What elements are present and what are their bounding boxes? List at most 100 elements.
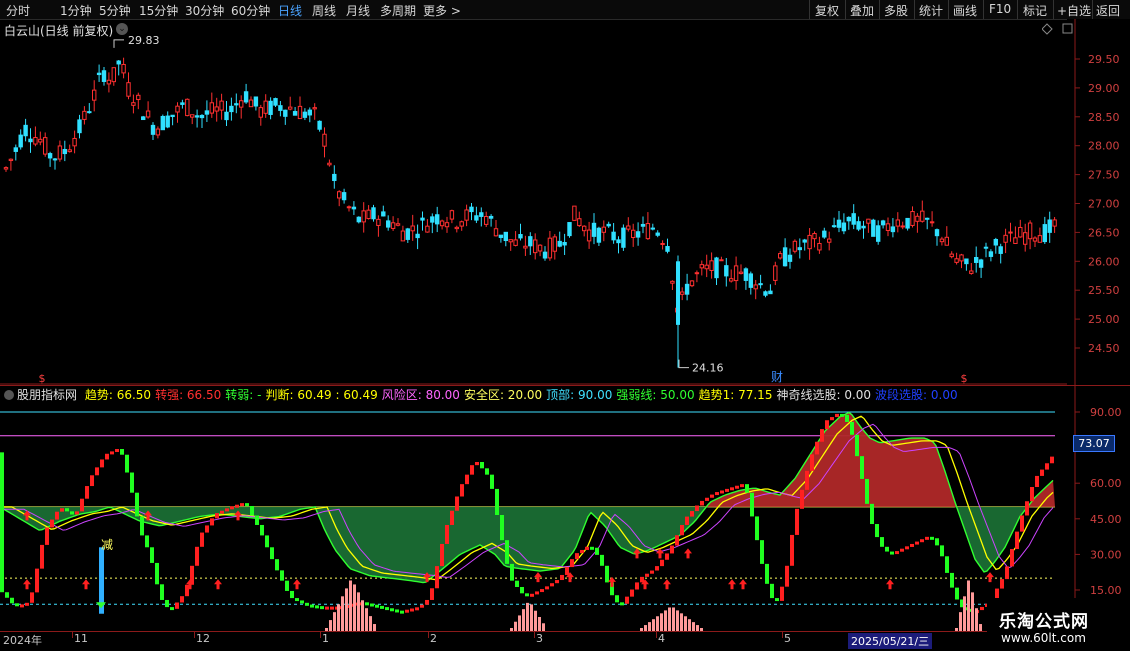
candle [155,128,161,136]
fast-osc-bar [305,602,309,606]
high-marker [113,39,124,48]
candle [949,253,954,258]
fast-osc-bar [280,570,284,581]
candle [239,100,244,108]
fast-osc-bar [580,549,584,554]
tab-30min[interactable]: 30分钟 [185,2,224,19]
candle [439,220,445,227]
candle [224,111,229,121]
price-tick-label: 28.00 [1088,140,1120,153]
candle [929,221,935,224]
draw-button[interactable]: 画线 [953,2,977,19]
fast-osc-bar [935,538,939,546]
fast-osc-bar [945,556,949,573]
candle [831,225,837,228]
fast-osc-bar [415,607,419,611]
candle [900,225,905,228]
fast-osc-bar [440,543,444,567]
fast-osc-bar [995,588,999,599]
chevron-down-icon[interactable]: ⌄ [116,23,128,35]
tab-1min[interactable]: 1分钟 [60,2,92,19]
mark-button[interactable]: 标记 [1023,2,1047,19]
fast-osc-bar [730,487,734,491]
f10-button[interactable]: F10 [989,2,1011,16]
tab-more[interactable]: 更多 > [423,2,461,19]
candle [101,70,107,82]
fast-osc-bar [750,492,754,517]
maximize-icon[interactable] [1062,23,1073,34]
candle [1032,237,1038,242]
candle [386,220,391,228]
fast-osc-bar [180,596,184,603]
candle [670,280,675,284]
candle [229,105,234,113]
candle [8,158,14,162]
fast-osc-bar [670,545,674,554]
date-label: 2 [430,632,437,645]
fast-osc-bar [150,547,154,563]
fast-osc-bar [410,608,414,612]
histogram-bar [660,613,663,631]
candle [518,234,523,239]
candle [797,247,802,251]
fast-osc-bar [650,570,654,574]
candle [111,67,116,83]
fast-osc-bar [430,588,434,600]
candle [866,218,871,224]
fast-osc-bar [915,541,919,545]
overlay-button[interactable]: 叠加 [850,2,874,19]
candle [523,245,528,249]
tab-5min[interactable]: 5分钟 [99,2,131,19]
fast-osc-bar [1010,549,1014,567]
fast-osc-bar [540,589,544,593]
fast-osc-bar [470,465,474,475]
candle [141,116,146,121]
diamond-icon[interactable] [1042,23,1053,35]
candle [577,218,582,227]
candle [449,210,455,220]
fast-osc-bar [420,604,424,608]
fast-osc-bar [940,545,944,557]
tab-multi-period[interactable]: 多周期 [380,2,416,19]
tab-daily[interactable]: 日线 [278,2,302,19]
candle [190,114,195,118]
candle [792,240,798,252]
fast-osc-bar [520,586,524,594]
indicator-menu-icon[interactable] [4,390,14,400]
candle [381,211,386,217]
tab-fenshi[interactable]: 分时 [6,2,30,19]
candle [283,109,288,117]
fast-osc-bar [715,492,719,496]
candle [234,103,239,106]
candle [28,138,33,143]
fast-osc-bar [775,598,779,602]
indicator-chart[interactable]: 90.00 60.00 45.00 30.00 15.00 [0,385,1130,631]
multi-stock-button[interactable]: 多股 [884,2,908,19]
fuquan-button[interactable]: 复权 [815,2,839,19]
ind-tick-label: 60.00 [1090,477,1122,490]
tab-weekly[interactable]: 周线 [312,2,336,19]
candle [57,145,63,160]
candle [988,251,994,257]
price-chart[interactable]: 29.50 29.00 28.50 28.00 27.50 27.00 26.50 26.00… [0,19,1130,385]
fast-osc-bar [905,546,909,550]
fast-osc-bar [955,587,959,600]
fast-osc-bar [485,468,489,475]
up-arrow-icon [684,548,692,559]
candle [508,239,513,243]
back-button[interactable]: 返回 [1096,2,1120,19]
add-watchlist-button[interactable]: +自选 [1057,2,1091,19]
tab-15min[interactable]: 15分钟 [139,2,178,19]
tab-60min[interactable]: 60分钟 [231,2,270,19]
fast-osc-bar [245,503,249,507]
stats-button[interactable]: 统计 [919,2,943,19]
fast-osc-bar [270,547,274,560]
candle [871,219,876,237]
candle [160,115,166,131]
fast-osc-bar [1040,469,1044,476]
candle [13,147,19,152]
candle [861,225,866,229]
fast-osc-bar [1005,566,1009,580]
candle [214,106,219,112]
tab-monthly[interactable]: 月线 [346,2,370,19]
